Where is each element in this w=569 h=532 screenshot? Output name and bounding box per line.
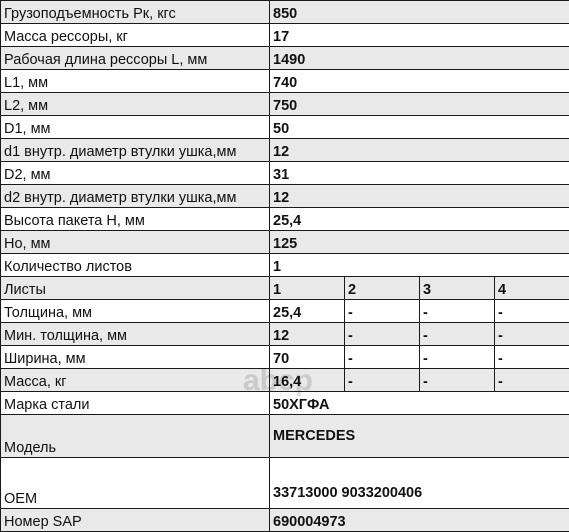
leaf-cell: - [495,369,569,392]
oem-label: OEM [1,458,270,509]
leaf-cell: 12 [270,323,345,346]
leaves-header-row: Листы 1 2 3 4 [1,277,569,300]
spec-label: L2, мм [1,93,270,116]
spec-value: 850 [270,1,569,24]
spec-value: 17 [270,24,569,47]
leaf-cell: - [345,323,420,346]
spec-value: 50 [270,116,569,139]
leaf-cell: - [420,323,495,346]
leaf-column-header: 2 [345,277,420,300]
leaf-cell: 70 [270,346,345,369]
spec-value: 740 [270,70,569,93]
spec-row: Грузоподъемность Pк, кгс850 [1,1,569,24]
spec-row: Высота пакета H, мм25,4 [1,208,569,231]
leaf-cell: - [495,300,569,323]
spec-row: Масса рессоры, кг17 [1,24,569,47]
spec-label: Высота пакета H, мм [1,208,270,231]
model-value: MERCEDES [270,415,569,458]
spec-label: D2, мм [1,162,270,185]
spec-row: Рабочая длина рессоры L, мм1490 [1,47,569,70]
spec-value: 125 [270,231,569,254]
leaf-cell: - [495,346,569,369]
leaf-column-header: 4 [495,277,569,300]
spec-label: D1, мм [1,116,270,139]
leaf-row-label: Мин. толщина, мм [1,323,270,346]
spec-value: 12 [270,139,569,162]
model-label: Модель [1,415,270,458]
spec-row: d2 внутр. диаметр втулки ушка,мм12 [1,185,569,208]
spec-row: D1, мм50 [1,116,569,139]
leaf-row-label: Ширина, мм [1,346,270,369]
leaf-row: Ширина, мм 70 - - - [1,346,569,369]
steel-grade-row: Марка стали 50ХГФА [1,392,569,415]
leaf-cell: - [345,369,420,392]
spec-value: 25,4 [270,208,569,231]
sap-label: Номер SAP [1,509,270,532]
leaf-column-header: 1 [270,277,345,300]
spec-label: Рабочая длина рессоры L, мм [1,47,270,70]
spec-row: Количество листов1 [1,254,569,277]
leaf-row-label: Толщина, мм [1,300,270,323]
leaf-cell: - [345,300,420,323]
leaf-cell: 16,4 [270,369,345,392]
spec-label: Количество листов [1,254,270,277]
sap-value: 690004973 [270,509,569,532]
sap-row: Номер SAP 690004973 [1,509,569,532]
spec-value: 1 [270,254,569,277]
spec-label: Ho, мм [1,231,270,254]
leaf-row: Масса, кг 16,4 - - - [1,369,569,392]
leaf-cell: - [420,346,495,369]
spec-label: d2 внутр. диаметр втулки ушка,мм [1,185,270,208]
leaves-header-label: Листы [1,277,270,300]
leaf-cell: - [345,346,420,369]
leaf-cell: 25,4 [270,300,345,323]
steel-grade-label: Марка стали [1,392,270,415]
oem-value: 33713000 9033200406 [270,458,569,509]
spec-row: L2, мм750 [1,93,569,116]
spec-label: Масса рессоры, кг [1,24,270,47]
spec-row: L1, мм740 [1,70,569,93]
steel-grade-value: 50ХГФА [270,392,569,415]
leaf-cell: - [495,323,569,346]
spec-value: 31 [270,162,569,185]
leaf-row: Мин. толщина, мм 12 - - - [1,323,569,346]
model-row: Модель MERCEDES [1,415,569,458]
oem-row: OEM 33713000 9033200406 [1,458,569,509]
spec-label: Грузоподъемность Pк, кгс [1,1,270,24]
leaf-row-label: Масса, кг [1,369,270,392]
leaf-row: Толщина, мм 25,4 - - - [1,300,569,323]
spec-row: Ho, мм125 [1,231,569,254]
spec-value: 750 [270,93,569,116]
spec-label: L1, мм [1,70,270,93]
spec-label: d1 внутр. диаметр втулки ушка,мм [1,139,270,162]
spec-value: 1490 [270,47,569,70]
leaf-cell: - [420,300,495,323]
spec-row: d1 внутр. диаметр втулки ушка,мм12 [1,139,569,162]
spec-table: Грузоподъемность Pк, кгс850 Масса рессор… [0,0,569,532]
spec-row: D2, мм31 [1,162,569,185]
leaf-column-header: 3 [420,277,495,300]
spec-value: 12 [270,185,569,208]
leaf-cell: - [420,369,495,392]
